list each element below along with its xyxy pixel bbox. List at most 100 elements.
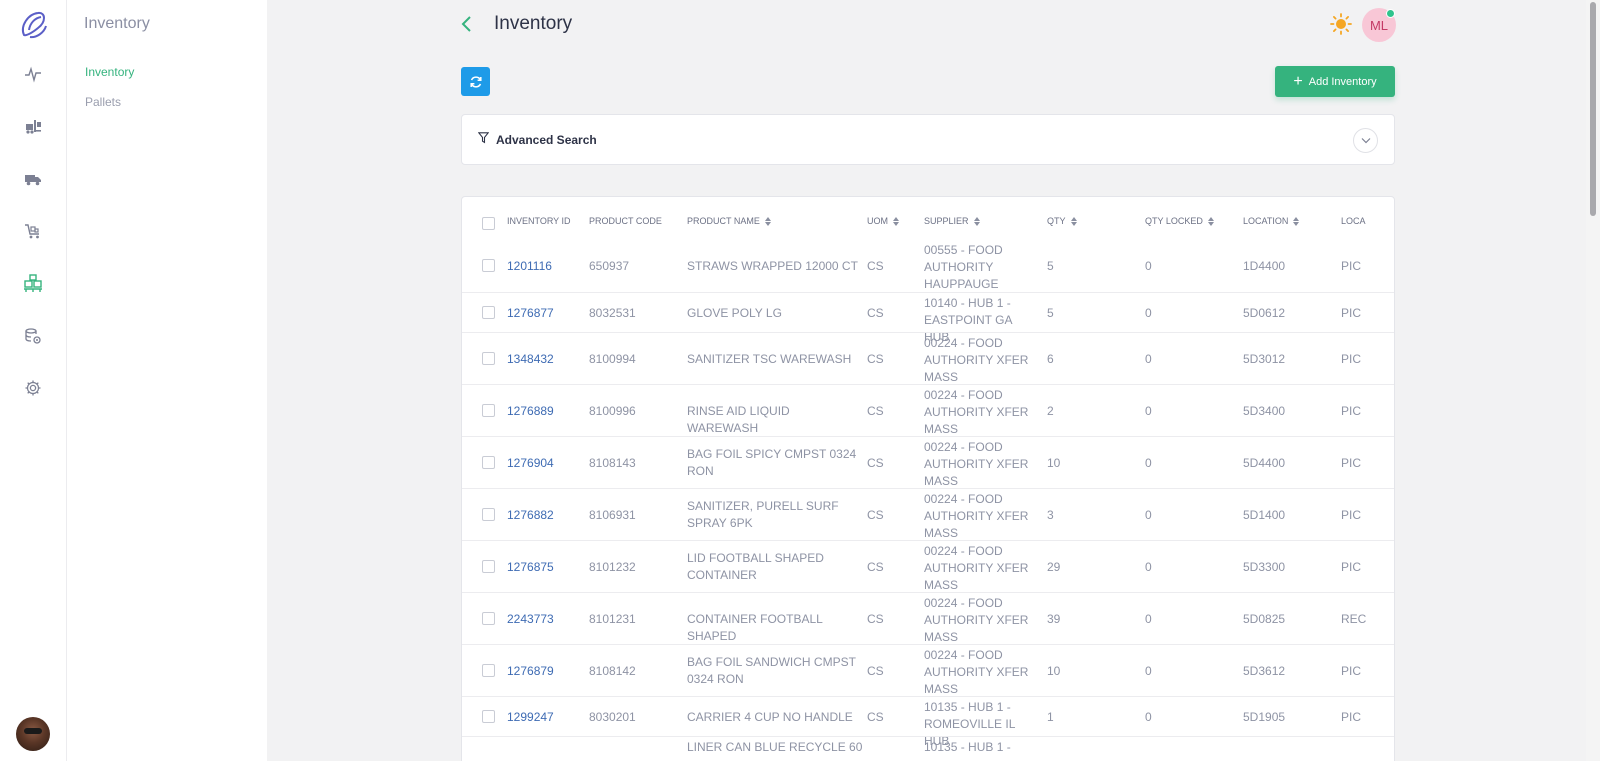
row-checkbox[interactable] xyxy=(482,664,495,677)
inventory-id-link[interactable]: 1276882 xyxy=(507,507,587,524)
table-cell-qty: 1 xyxy=(1047,709,1054,724)
column-header[interactable]: Location xyxy=(1243,216,1300,226)
column-header[interactable]: QTY Locked xyxy=(1145,216,1214,226)
table-row[interactable]: 1276882 8106931 SANITIZER, PURELL SURF SPR… xyxy=(462,488,1394,540)
profile-avatar[interactable] xyxy=(16,717,50,751)
table-cell-loc_type: PIC xyxy=(1341,455,1362,470)
row-checkbox[interactable] xyxy=(482,612,495,625)
page-title: Inventory xyxy=(494,13,573,34)
table-row[interactable]: 2243773 8101231 CONTAINER FOOTBALL SHAPED C… xyxy=(462,592,1394,644)
select-all-checkbox[interactable] xyxy=(482,217,495,230)
table-row[interactable]: LINER CAN BLUE RECYCLE 60 10135 - HUB 1 - xyxy=(462,736,1394,761)
column-header-label: Location xyxy=(1243,216,1289,226)
row-checkbox[interactable] xyxy=(482,456,495,469)
sort-icon[interactable] xyxy=(1293,216,1300,226)
table-cell-supplier: 00224 - FOOD AUTHORITY XFER MASS xyxy=(924,596,1029,644)
table-cell-loc_type: PIC xyxy=(1341,258,1362,273)
table-cell-qty: 5 xyxy=(1047,305,1054,320)
scrollbar-thumb[interactable] xyxy=(1590,2,1596,216)
table-row[interactable]: 1348432 8100994 SANITIZER TSC WAREWASH CS 00… xyxy=(462,332,1394,384)
truck-icon[interactable] xyxy=(21,167,45,191)
row-checkbox[interactable] xyxy=(482,404,495,417)
column-header[interactable]: QTY xyxy=(1047,216,1077,226)
sort-icon[interactable] xyxy=(893,216,899,226)
table-cell-uom: CS xyxy=(867,258,884,273)
table-cell-supplier: 00224 - FOOD AUTHORITY XFER MASS xyxy=(924,440,1029,488)
table-cell-locked: 0 xyxy=(1145,258,1152,273)
table-cell-uom: CS xyxy=(867,305,884,320)
inventory-id-link[interactable]: 1348432 xyxy=(507,351,587,368)
sidebar-item-inventory[interactable]: Inventory xyxy=(85,65,134,79)
app-logo[interactable] xyxy=(16,8,50,42)
refresh-button[interactable] xyxy=(461,67,490,96)
sort-icon[interactable] xyxy=(764,216,771,226)
table-cell-supplier: 00224 - FOOD AUTHORITY XFER MASS xyxy=(924,544,1029,592)
sort-icon[interactable] xyxy=(973,216,980,226)
table-cell-loc_type: PIC xyxy=(1341,559,1362,574)
row-checkbox[interactable] xyxy=(482,259,495,272)
inventory-id-link[interactable]: 1276877 xyxy=(507,305,587,322)
boxes-icon[interactable] xyxy=(21,271,45,295)
table-cell-code: 8030201 xyxy=(589,709,636,724)
table-row[interactable]: 1276879 8108142 BAG FOIL SANDWICH CMPST 03… xyxy=(462,644,1394,696)
row-checkbox[interactable] xyxy=(482,710,495,723)
table-row[interactable]: 1276889 8100996 RINSE AID LIQUID WAREWASH C… xyxy=(462,384,1394,436)
inventory-table: Inventory ID Product Code Product Name UOM S… xyxy=(461,196,1395,761)
table-cell-locked: 0 xyxy=(1145,507,1152,522)
table-row[interactable]: 1299247 8030201 CARRIER 4 CUP NO HANDLE CS 1… xyxy=(462,696,1394,748)
table-cell-loc_type: PIC xyxy=(1341,507,1362,522)
inventory-id-link[interactable]: 1201116 xyxy=(507,258,587,275)
gear-icon[interactable] xyxy=(21,376,45,400)
user-avatar[interactable]: ML xyxy=(1362,8,1396,42)
row-checkbox[interactable] xyxy=(482,560,495,573)
table-row[interactable]: 1276875 8101232 LID FOOTBALL SHAPED CONTAI… xyxy=(462,540,1394,592)
chevron-left-icon xyxy=(461,16,471,32)
table-row[interactable]: 1201116 650937 STRAWS WRAPPED 12000 CT CS 00… xyxy=(462,240,1394,292)
table-cell-name: CARRIER 4 CUP NO HANDLE xyxy=(687,709,853,724)
add-inventory-button[interactable]: + Add Inventory xyxy=(1275,66,1395,97)
table-cell-location: 1D4400 xyxy=(1243,258,1286,273)
inventory-id-link[interactable]: 1276904 xyxy=(507,455,587,472)
forklift-icon[interactable] xyxy=(21,115,45,139)
column-header-label: QTY Locked xyxy=(1145,216,1203,226)
table-cell-code: 8101231 xyxy=(589,611,636,626)
plus-icon: + xyxy=(1293,72,1303,90)
column-header[interactable]: Supplier xyxy=(924,216,980,226)
table-cell-locked: 0 xyxy=(1145,559,1152,574)
table-cell-name: LID FOOTBALL SHAPED CONTAINER xyxy=(687,551,824,582)
column-header[interactable]: UOM xyxy=(867,216,899,226)
table-cell-name: RINSE AID LIQUID WAREWASH xyxy=(687,403,790,435)
inventory-id-link[interactable]: 1276879 xyxy=(507,663,587,680)
inventory-id-link[interactable]: 1276889 xyxy=(507,403,587,420)
table-cell-uom: CS xyxy=(867,403,884,418)
row-checkbox[interactable] xyxy=(482,352,495,365)
inventory-id-link[interactable]: 2243773 xyxy=(507,611,587,628)
cart-icon[interactable] xyxy=(21,219,45,243)
table-cell-supplier: 00224 - FOOD AUTHORITY XFER MASS xyxy=(924,492,1029,540)
theme-toggle-button[interactable] xyxy=(1330,13,1352,35)
inventory-id-link[interactable]: 1276875 xyxy=(507,559,587,576)
add-inventory-label: Add Inventory xyxy=(1308,75,1377,88)
table-cell-location: 5D4400 xyxy=(1243,455,1286,470)
sort-icon[interactable] xyxy=(1070,216,1077,226)
database-settings-icon[interactable] xyxy=(21,324,45,348)
table-cell-locked: 0 xyxy=(1145,709,1152,724)
table-cell-location: 5D1905 xyxy=(1243,709,1286,724)
advanced-search-toggle[interactable] xyxy=(1353,128,1378,153)
row-checkbox[interactable] xyxy=(482,306,495,319)
sort-icon[interactable] xyxy=(1207,216,1214,226)
table-row[interactable]: 1276877 8032531 GLOVE POLY LG CS 10140 - HUB… xyxy=(462,292,1394,344)
inventory-id-link[interactable]: 1299247 xyxy=(507,709,587,726)
page-scrollbar[interactable] xyxy=(1586,0,1600,761)
table-row[interactable]: 1276904 8108143 BAG FOIL SPICY CMPST 0324 … xyxy=(462,436,1394,488)
advanced-search-panel[interactable]: Advanced Search xyxy=(461,114,1395,165)
row-checkbox[interactable] xyxy=(482,508,495,521)
table-cell-name: BAG FOIL SANDWICH CMPST 0324 RON xyxy=(687,655,856,686)
table-cell-qty: 5 xyxy=(1047,258,1054,273)
column-header[interactable]: Product Name xyxy=(687,216,771,226)
column-header-label: Supplier xyxy=(924,216,969,226)
sidebar-item-pallets[interactable]: Pallets xyxy=(85,95,121,109)
back-button[interactable] xyxy=(457,13,477,35)
activity-icon[interactable] xyxy=(21,62,45,86)
table-cell-name: GLOVE POLY LG xyxy=(687,305,782,320)
